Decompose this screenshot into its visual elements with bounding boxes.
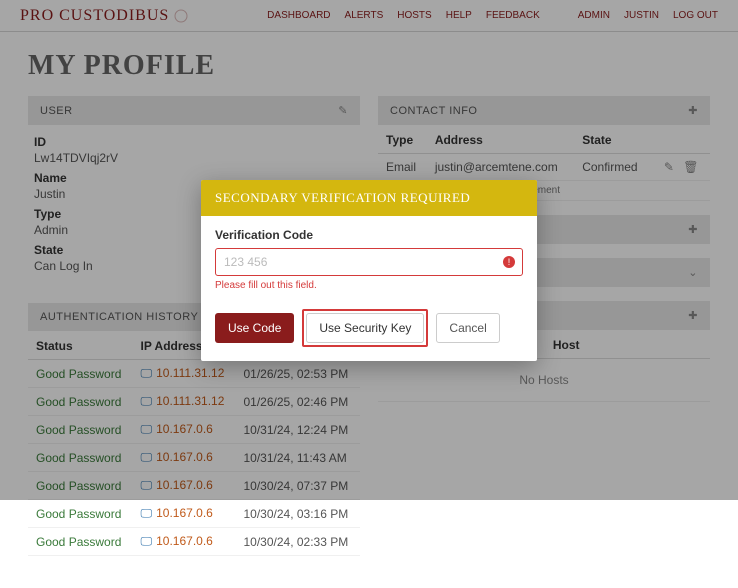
modal-overlay: SECONDARY VERIFICATION REQUIRED Verifica… — [0, 0, 738, 500]
use-security-key-highlight: Use Security Key — [302, 309, 428, 347]
verification-error: Please fill out this field. — [215, 280, 523, 291]
verification-code-label: Verification Code — [215, 228, 523, 242]
use-code-button[interactable]: Use Code — [215, 313, 294, 343]
auth-ts: 10/30/24, 03:16 PM — [236, 500, 361, 528]
auth-status: Good Password — [28, 528, 133, 556]
cancel-button[interactable]: Cancel — [436, 313, 499, 343]
modal-title: SECONDARY VERIFICATION REQUIRED — [201, 180, 537, 216]
verification-code-input[interactable] — [215, 248, 523, 276]
auth-ts: 10/30/24, 02:33 PM — [236, 528, 361, 556]
auth-ip[interactable]: 🖵10.167.0.6 — [133, 528, 236, 556]
auth-ip[interactable]: 🖵10.167.0.6 — [133, 500, 236, 528]
error-icon: ! — [503, 256, 515, 268]
display-icon: 🖵 — [141, 534, 153, 548]
display-icon: 🖵 — [141, 506, 153, 520]
use-security-key-button[interactable]: Use Security Key — [306, 313, 424, 343]
auth-row: Good Password🖵10.167.0.610/30/24, 03:16 … — [28, 500, 360, 528]
verification-modal: SECONDARY VERIFICATION REQUIRED Verifica… — [201, 180, 537, 361]
auth-status: Good Password — [28, 500, 133, 528]
auth-row: Good Password🖵10.167.0.610/30/24, 02:33 … — [28, 528, 360, 556]
